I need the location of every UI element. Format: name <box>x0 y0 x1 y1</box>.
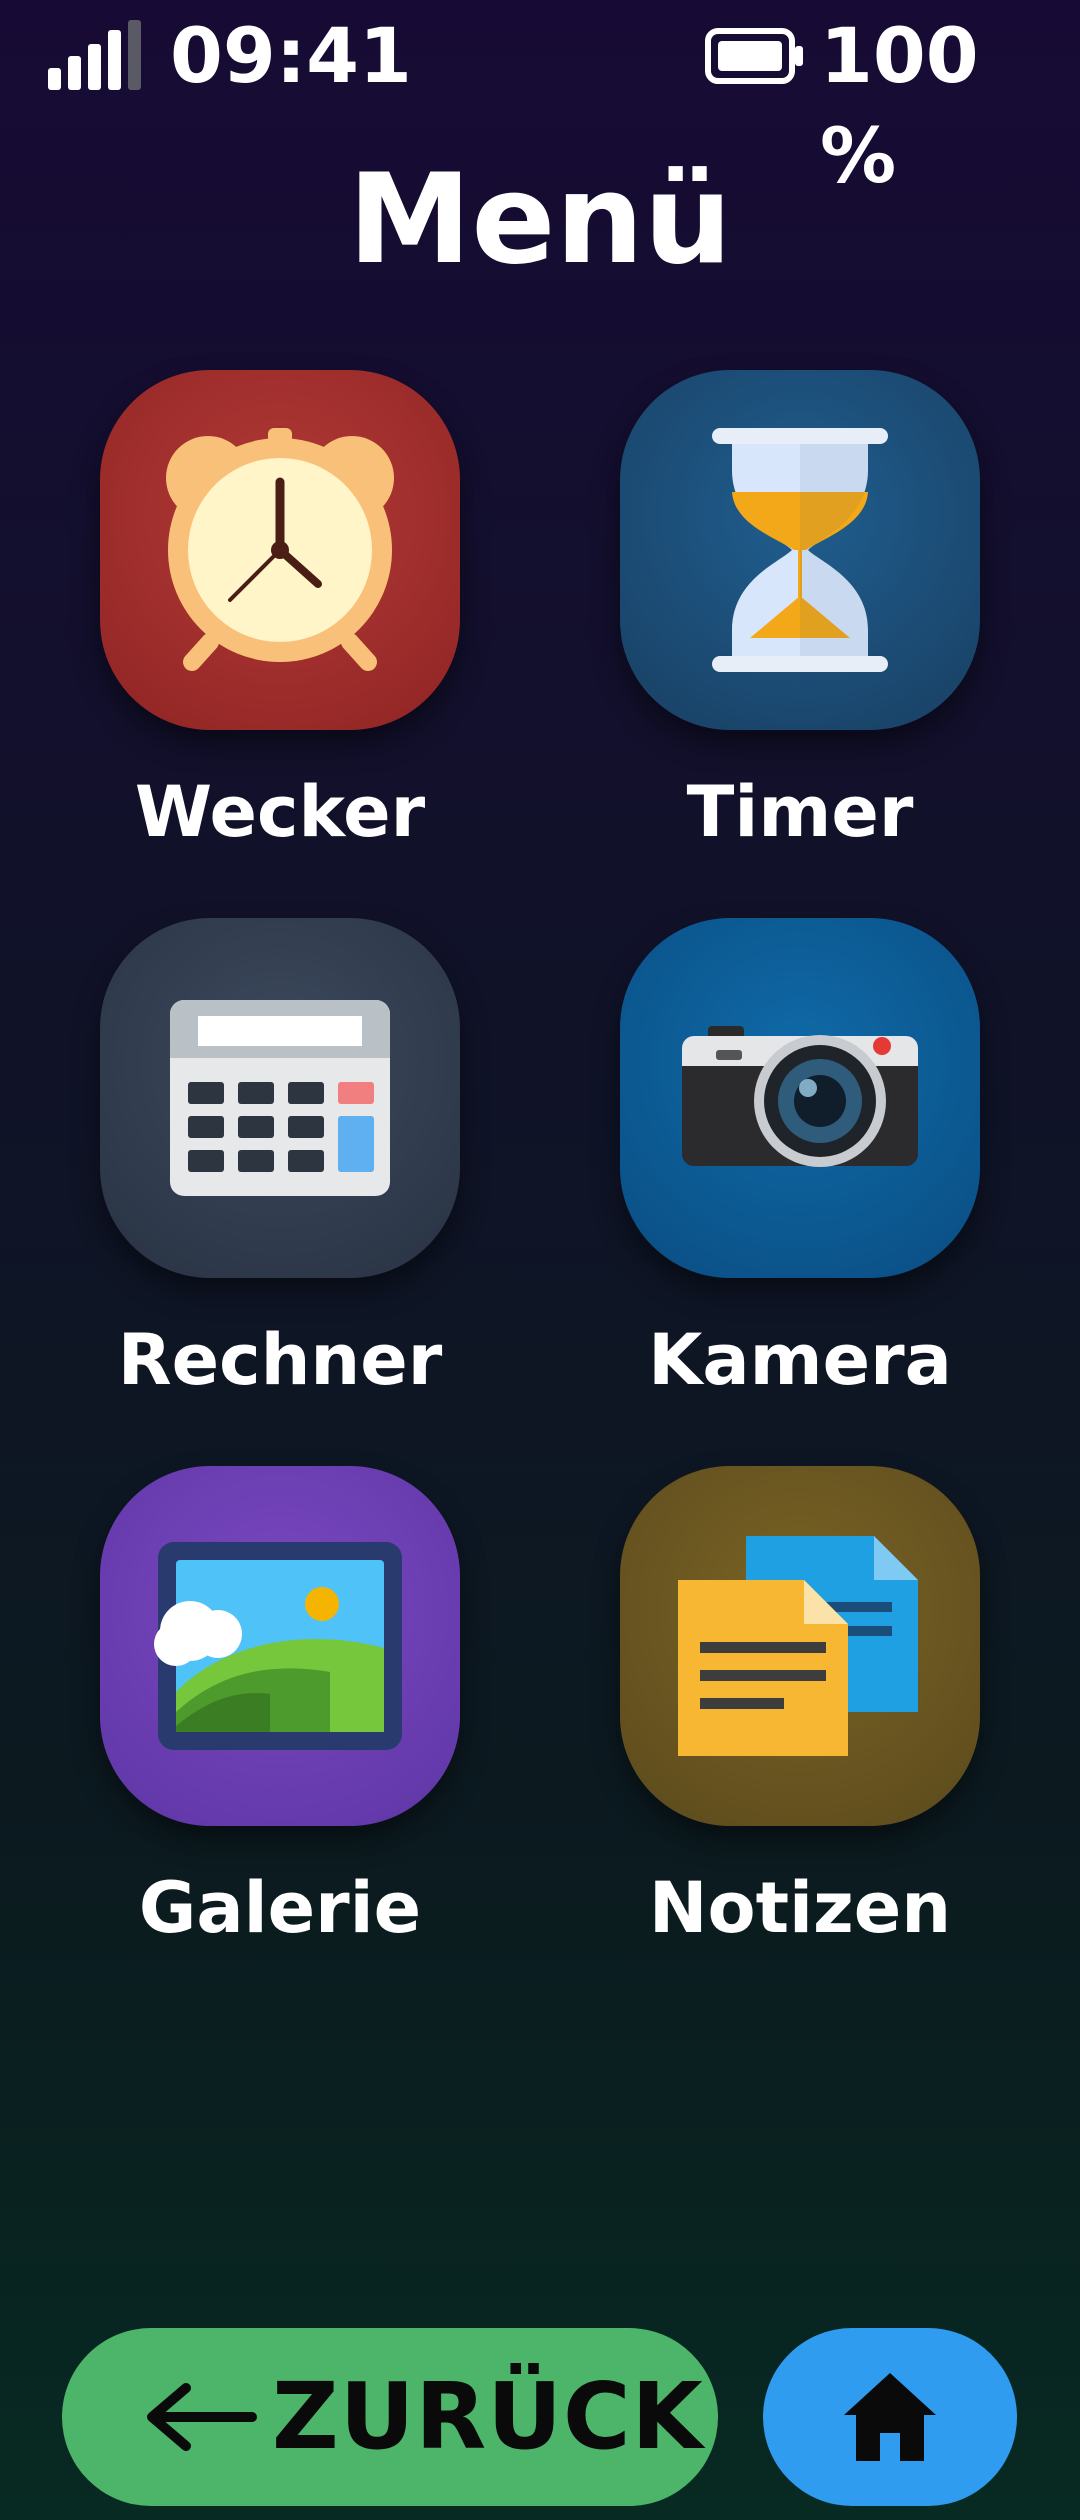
notes-icon <box>678 1536 918 1756</box>
app-label-timer: Timer <box>686 771 914 853</box>
app-icon-notizen[interactable] <box>620 1466 980 1826</box>
status-time: 09:41 <box>170 11 412 100</box>
app-label-notizen: Notizen <box>648 1867 952 1949</box>
app-tile-notizen[interactable]: Notizen <box>620 1466 980 1986</box>
app-icon-rechner[interactable] <box>100 918 460 1278</box>
page-title: Menü <box>347 148 733 292</box>
arrow-left-icon <box>147 2383 257 2451</box>
app-icon-timer[interactable] <box>620 370 980 730</box>
alarm-clock-icon <box>166 428 394 671</box>
camera-icon <box>682 1026 918 1167</box>
hourglass-icon <box>712 428 888 672</box>
battery-full-icon <box>705 28 803 84</box>
app-tile-timer[interactable]: Timer <box>620 370 980 890</box>
home-button[interactable] <box>763 2328 1017 2506</box>
status-bar: 09:41 100 % <box>0 0 1080 200</box>
app-icon-galerie[interactable] <box>100 1466 460 1826</box>
back-button[interactable]: ZURÜCK <box>62 2328 718 2506</box>
picture-icon <box>154 1542 402 1750</box>
app-tile-wecker[interactable]: Wecker <box>100 370 460 890</box>
signal-bars-icon <box>48 20 141 90</box>
home-icon <box>844 2373 936 2461</box>
app-icon-wecker[interactable] <box>100 370 460 730</box>
app-tile-galerie[interactable]: Galerie <box>100 1466 460 1986</box>
app-tile-kamera[interactable]: Kamera <box>620 918 980 1438</box>
app-label-wecker: Wecker <box>134 771 426 853</box>
app-label-kamera: Kamera <box>648 1319 952 1401</box>
back-button-label: ZURÜCK <box>272 2363 704 2470</box>
calculator-icon <box>170 1000 390 1196</box>
app-icon-kamera[interactable] <box>620 918 980 1278</box>
app-label-rechner: Rechner <box>117 1319 443 1401</box>
app-tile-rechner[interactable]: Rechner <box>100 918 460 1438</box>
app-label-galerie: Galerie <box>138 1867 422 1949</box>
